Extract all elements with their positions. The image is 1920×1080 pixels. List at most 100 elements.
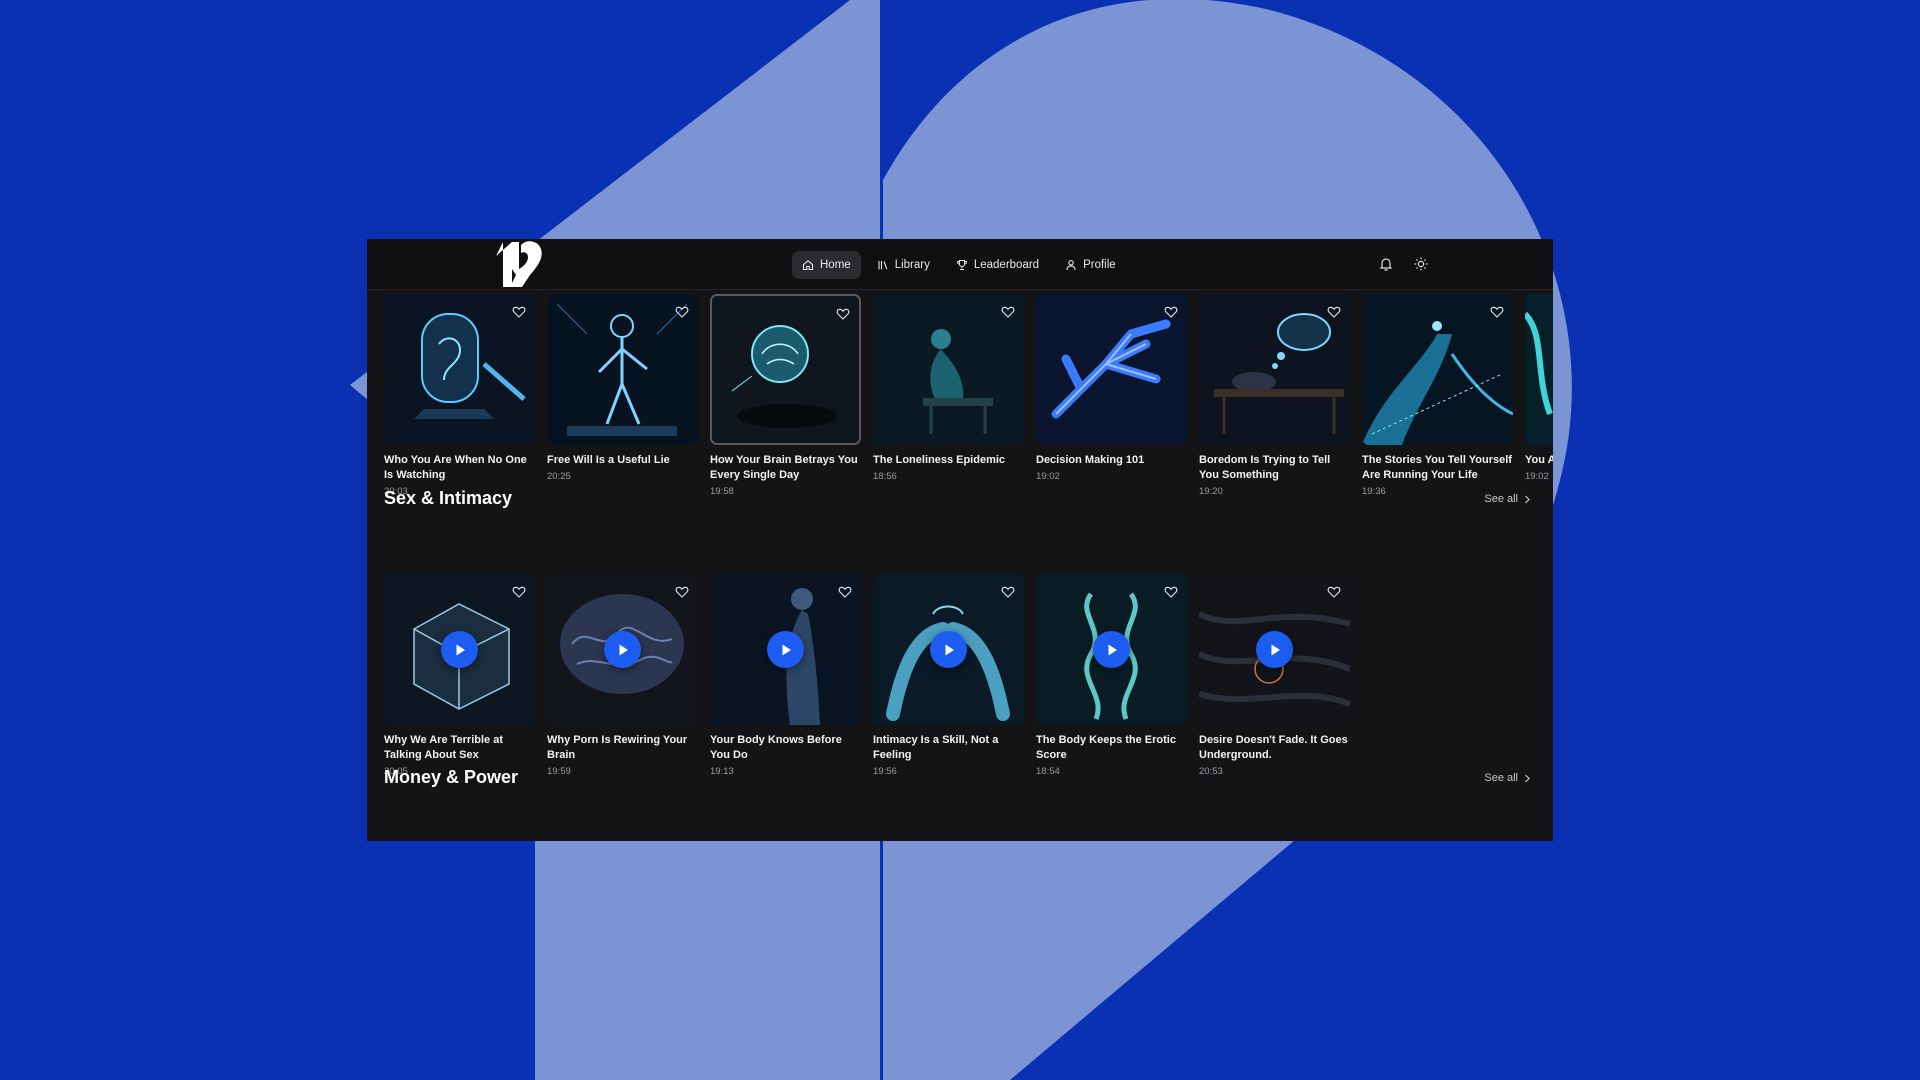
heart-icon[interactable]: [675, 585, 689, 599]
card-duration: 18:54: [1036, 766, 1060, 777]
heart-icon[interactable]: [1001, 585, 1015, 599]
user-icon: [1066, 260, 1076, 271]
card-thumbnail[interactable]: [710, 294, 861, 445]
card-thumbnail[interactable]: [1525, 294, 1553, 445]
card-thumbnail[interactable]: [547, 574, 698, 725]
play-button[interactable]: [604, 631, 641, 668]
content-card[interactable]: Who You Are When No One Is Watching 20:0…: [384, 294, 535, 497]
nav-home[interactable]: Home: [792, 251, 861, 279]
card-thumbnail[interactable]: [384, 294, 535, 445]
section-title-money-power: Money & Power: [384, 767, 519, 787]
heart-icon[interactable]: [1164, 585, 1178, 599]
card-thumbnail[interactable]: [1362, 294, 1513, 445]
home-feed[interactable]: Who You Are When No One Is Watching 20:0…: [367, 290, 1553, 841]
card-title: The Stories You Tell Yourself Are Runnin…: [1362, 454, 1512, 481]
content-card[interactable]: Boredom Is Trying to Tell You Something …: [1199, 294, 1350, 497]
content-card[interactable]: Desire Doesn't Fade. It Goes Underground…: [1199, 574, 1350, 777]
heart-icon[interactable]: [1327, 305, 1341, 319]
heart-icon[interactable]: [512, 305, 526, 319]
card-duration: 18:56: [873, 471, 897, 482]
card-duration: 19:02: [1036, 471, 1060, 482]
card-title: Boredom Is Trying to Tell You Something: [1199, 454, 1331, 481]
card-duration: 19:58: [710, 486, 734, 497]
top-bar: Home Library Leaderboard Profile: [367, 239, 1553, 290]
sun-icon[interactable]: [1413, 256, 1429, 272]
see-all-label: See all: [1484, 493, 1518, 505]
card-thumbnail[interactable]: [384, 574, 535, 725]
card-thumbnail[interactable]: [710, 574, 861, 725]
main-nav: Home Library Leaderboard Profile: [792, 251, 1126, 279]
content-card[interactable]: The Stories You Tell Yourself Are Runnin…: [1362, 294, 1513, 497]
content-card[interactable]: Free Will Is a Useful Lie 20:25: [547, 294, 698, 494]
card-title: Why Porn Is Rewiring Your Brain: [547, 734, 688, 761]
heart-icon[interactable]: [1490, 305, 1504, 319]
thumbnail-art: [1525, 294, 1553, 445]
play-button[interactable]: [1093, 631, 1130, 668]
card-title: Your Body Knows Before You Do: [710, 734, 842, 761]
play-icon: [1271, 644, 1280, 655]
card-thumbnail[interactable]: [873, 294, 1024, 445]
play-icon: [456, 644, 465, 655]
content-card[interactable]: Intimacy Is a Skill, Not a Feeling 19:56: [873, 574, 1024, 777]
see-all-money-power[interactable]: See all: [1484, 772, 1531, 784]
bell-icon[interactable]: [1378, 256, 1394, 272]
heart-icon[interactable]: [1327, 585, 1341, 599]
nav-profile-label: Profile: [1083, 259, 1116, 271]
section-title-sex-intimacy: Sex & Intimacy: [384, 488, 513, 508]
nav-library[interactable]: Library: [867, 251, 940, 279]
play-button[interactable]: [441, 631, 478, 668]
card-thumbnail[interactable]: [1036, 294, 1187, 445]
card-duration: 20:25: [547, 471, 571, 482]
content-card[interactable]: You A 19:02: [1525, 294, 1553, 494]
card-duration: 19:59: [547, 766, 571, 777]
card-duration: 19:13: [710, 766, 734, 777]
row-psychology: Who You Are When No One Is Watching 20:0…: [384, 294, 1553, 497]
card-title: The Loneliness Epidemic: [873, 454, 1006, 466]
card-title: Free Will Is a Useful Lie: [547, 454, 670, 466]
play-icon: [619, 644, 628, 655]
play-icon: [1108, 644, 1117, 655]
card-thumbnail[interactable]: [547, 294, 698, 445]
play-icon: [945, 644, 954, 655]
card-title: How Your Brain Betrays You Every Single …: [710, 454, 858, 481]
nav-profile[interactable]: Profile: [1055, 251, 1126, 279]
nav-library-label: Library: [894, 259, 930, 271]
heart-icon[interactable]: [838, 585, 852, 599]
play-button[interactable]: [1256, 631, 1293, 668]
row-sex-intimacy: Why We Are Terrible at Talking About Sex…: [384, 574, 1350, 777]
heart-icon[interactable]: [675, 305, 689, 319]
chevron-right-icon: [1525, 495, 1530, 503]
content-card[interactable]: Why Porn Is Rewiring Your Brain 19:59: [547, 574, 698, 777]
card-thumbnail[interactable]: [873, 574, 1024, 725]
heart-icon[interactable]: [512, 585, 526, 599]
content-card[interactable]: How Your Brain Betrays You Every Single …: [710, 294, 861, 497]
nav-leaderboard-label: Leaderboard: [973, 259, 1040, 271]
card-title: You A: [1525, 454, 1553, 466]
heart-icon[interactable]: [1001, 305, 1015, 319]
content-card[interactable]: Decision Making 101 19:02: [1036, 294, 1187, 494]
card-title: Who You Are When No One Is Watching: [384, 454, 527, 481]
content-card[interactable]: Your Body Knows Before You Do 19:13: [710, 574, 861, 777]
see-all-sex-intimacy[interactable]: See all: [1484, 493, 1531, 505]
nav-leaderboard[interactable]: Leaderboard: [946, 251, 1049, 279]
content-card[interactable]: Why We Are Terrible at Talking About Sex…: [384, 574, 535, 777]
content-card[interactable]: The Loneliness Epidemic 18:56: [873, 294, 1024, 494]
heart-icon[interactable]: [1164, 305, 1178, 319]
chevron-right-icon: [1525, 774, 1530, 782]
play-button[interactable]: [930, 631, 967, 668]
card-thumbnail[interactable]: [1199, 574, 1350, 725]
card-title: Decision Making 101: [1036, 454, 1145, 466]
card-thumbnail[interactable]: [1199, 294, 1350, 445]
content-card[interactable]: The Body Keeps the Erotic Score 18:54: [1036, 574, 1187, 777]
trophy-icon: [956, 260, 967, 270]
card-title: Why We Are Terrible at Talking About Sex: [384, 734, 503, 761]
heart-icon[interactable]: [836, 307, 850, 321]
card-title: The Body Keeps the Erotic Score: [1036, 734, 1176, 761]
play-icon: [782, 644, 791, 655]
card-duration: 20:53: [1199, 766, 1223, 777]
library-icon: [878, 261, 888, 270]
home-icon: [802, 260, 814, 271]
card-thumbnail[interactable]: [1036, 574, 1187, 725]
play-button[interactable]: [767, 631, 804, 668]
app-logo[interactable]: [486, 239, 544, 291]
